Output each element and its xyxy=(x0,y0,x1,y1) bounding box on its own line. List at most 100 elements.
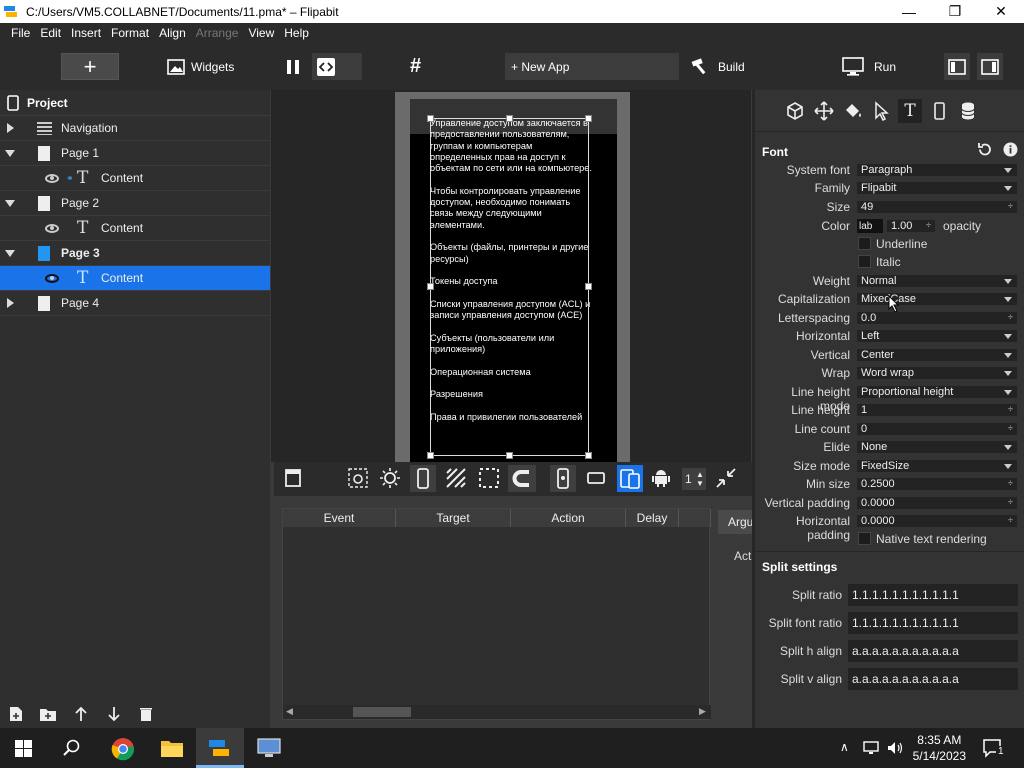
visibility-eye-icon[interactable] xyxy=(45,173,59,183)
magnet-toggle[interactable] xyxy=(508,465,536,492)
underline-checkbox[interactable] xyxy=(858,237,871,250)
resize-handle[interactable] xyxy=(585,115,592,122)
menu-file[interactable]: File xyxy=(6,26,35,40)
move-up-icon[interactable] xyxy=(74,706,88,722)
arguments-tab[interactable]: Argu xyxy=(718,510,754,534)
tree-item-page-3[interactable]: Page 3 xyxy=(0,241,270,266)
paint-bucket-icon[interactable] xyxy=(841,99,865,123)
collapse-arrows-icon[interactable] xyxy=(715,467,737,489)
split-v-align-input[interactable]: a.a.a.a.a.a.a.a.a.a.a xyxy=(848,668,1018,690)
line-height-input[interactable]: 1 xyxy=(857,404,1017,416)
letterspacing-input[interactable]: 0.0 xyxy=(857,312,1017,324)
frame-icon[interactable] xyxy=(282,467,304,489)
family-dropdown[interactable]: Flipabit xyxy=(857,182,1017,194)
remote-desktop-icon[interactable] xyxy=(256,737,282,759)
brightness-icon[interactable] xyxy=(379,467,401,489)
tree-item-page-1[interactable]: Page 1 xyxy=(0,141,270,166)
delete-icon[interactable] xyxy=(139,706,153,722)
visibility-eye-icon[interactable] xyxy=(45,273,59,283)
hatch-pattern-icon[interactable] xyxy=(445,467,467,489)
windows-start-icon[interactable] xyxy=(15,740,32,757)
text-properties-tab[interactable]: T xyxy=(898,99,922,123)
network-icon[interactable] xyxy=(862,740,880,756)
column-action[interactable]: Action xyxy=(511,509,626,527)
tree-item-navigation[interactable]: Navigation xyxy=(0,116,270,141)
italic-checkbox[interactable] xyxy=(858,255,871,268)
info-icon[interactable] xyxy=(1003,142,1018,157)
add-page-icon[interactable] xyxy=(8,706,24,722)
move-icon[interactable] xyxy=(812,99,836,123)
scrollbar-thumb[interactable] xyxy=(353,707,411,717)
expand-arrow-icon[interactable] xyxy=(7,298,14,308)
column-target[interactable]: Target xyxy=(396,509,511,527)
selection-box-icon[interactable] xyxy=(478,467,500,489)
color-swatch[interactable]: lab xyxy=(857,219,883,233)
taskbar-flipabit[interactable] xyxy=(196,728,244,768)
split-ratio-input[interactable]: 1.1.1.1.1.1.1.1.1.1.1 xyxy=(848,584,1018,606)
toggle-right-panel-button[interactable] xyxy=(977,53,1003,80)
line-height-mode-dropdown[interactable]: Proportional height xyxy=(857,386,1017,398)
system-clock[interactable]: 8:35 AM 5/14/2023 xyxy=(913,732,966,764)
chrome-icon[interactable] xyxy=(111,737,135,761)
grid-hash-button[interactable]: # xyxy=(410,53,421,80)
horizontal-scrollbar[interactable]: ◀ ▶ xyxy=(283,705,711,719)
menu-help[interactable]: Help xyxy=(279,26,314,40)
split-font-ratio-input[interactable]: 1.1.1.1.1.1.1.1.1.1.1 xyxy=(848,612,1018,634)
tree-item-page-4[interactable]: Page 4 xyxy=(0,291,270,316)
menu-align[interactable]: Align xyxy=(154,26,191,40)
wrap-dropdown[interactable]: Word wrap xyxy=(857,367,1017,379)
native-text-rendering-checkbox[interactable] xyxy=(858,532,871,545)
scroll-right-icon[interactable]: ▶ xyxy=(699,706,706,717)
resize-handle[interactable] xyxy=(506,452,513,459)
stepper-arrows-icon[interactable]: ▲ ▼ xyxy=(696,470,704,488)
cursor-icon[interactable] xyxy=(869,99,893,123)
system-font-dropdown[interactable]: Paragraph xyxy=(857,164,1017,176)
pause-button[interactable] xyxy=(286,53,300,80)
add-folder-icon[interactable] xyxy=(39,706,57,722)
tree-item-page-3-content[interactable]: T Content xyxy=(0,266,270,291)
widgets-button[interactable]: Widgets xyxy=(167,53,234,80)
file-explorer-icon[interactable] xyxy=(160,738,184,758)
portrait-toggle[interactable] xyxy=(410,465,436,492)
split-h-align-input[interactable]: a.a.a.a.a.a.a.a.a.a.a xyxy=(848,640,1018,662)
horizontal-padding-input[interactable]: 0.0000 xyxy=(857,515,1017,527)
tree-item-page-2[interactable]: Page 2 xyxy=(0,191,270,216)
add-button[interactable]: + xyxy=(61,53,119,80)
cube-icon[interactable] xyxy=(783,99,807,123)
capitalization-dropdown[interactable]: MixedCase xyxy=(857,293,1017,305)
move-down-icon[interactable] xyxy=(107,706,121,722)
database-icon[interactable] xyxy=(956,99,980,123)
vertical-padding-input[interactable]: 0.0000 xyxy=(857,497,1017,509)
build-button[interactable]: Build xyxy=(690,53,745,80)
toggle-left-panel-button[interactable] xyxy=(944,53,970,80)
weight-dropdown[interactable]: Normal xyxy=(857,275,1017,287)
resize-handle[interactable] xyxy=(427,283,434,290)
menu-edit[interactable]: Edit xyxy=(35,26,66,40)
search-icon[interactable] xyxy=(63,739,81,757)
resize-handle[interactable] xyxy=(585,452,592,459)
menu-insert[interactable]: Insert xyxy=(66,26,106,40)
screenshot-icon[interactable] xyxy=(347,467,369,489)
size-input[interactable]: 49 xyxy=(857,201,1017,213)
scale-stepper[interactable]: 1 ▲ ▼ xyxy=(682,468,706,490)
maximize-button[interactable]: ❐ xyxy=(932,3,978,20)
tree-item-page-2-content[interactable]: T Content xyxy=(0,216,270,241)
menu-format[interactable]: Format xyxy=(106,26,154,40)
expand-arrow-icon[interactable] xyxy=(7,123,14,133)
vertical-dropdown[interactable]: Center xyxy=(857,349,1017,361)
resize-handle[interactable] xyxy=(427,115,434,122)
horizontal-dropdown[interactable]: Left xyxy=(857,330,1017,342)
project-header[interactable]: Project xyxy=(0,90,270,116)
size-mode-dropdown[interactable]: FixedSize xyxy=(857,460,1017,472)
resize-handle[interactable] xyxy=(427,452,434,459)
scroll-left-icon[interactable]: ◀ xyxy=(286,706,293,717)
collapse-arrow-icon[interactable] xyxy=(5,249,15,257)
menu-view[interactable]: View xyxy=(243,26,279,40)
speaker-icon[interactable] xyxy=(886,740,904,756)
events-table[interactable]: Event Target Action Delay ◀ ▶ xyxy=(282,508,711,720)
code-button[interactable] xyxy=(312,53,362,80)
resize-handle[interactable] xyxy=(506,115,513,122)
resize-handle[interactable] xyxy=(585,283,592,290)
visibility-eye-icon[interactable] xyxy=(45,223,59,233)
selection-frame[interactable] xyxy=(430,118,589,456)
